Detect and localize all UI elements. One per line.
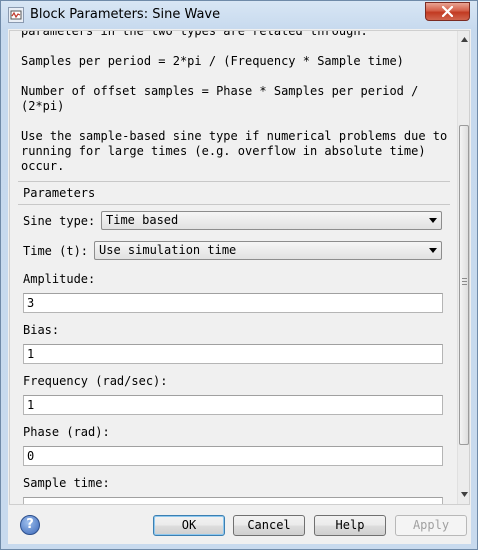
parameters-section-label: Parameters [23, 186, 96, 200]
description-line: Samples per period = 2*pi / (Frequency *… [21, 54, 404, 68]
cancel-button[interactable]: Cancel [233, 515, 305, 536]
description-line: (2*pi) [21, 99, 65, 113]
section-divider [18, 181, 450, 182]
description-line: Number of offset samples = Phase * Sampl… [21, 84, 419, 98]
sample-time-input[interactable] [23, 497, 443, 504]
thumb-grip [462, 284, 467, 285]
description-line: parameters in the two types are related … [21, 30, 368, 38]
section-divider [18, 204, 450, 205]
bias-input[interactable] [23, 344, 443, 364]
phase-input[interactable] [23, 446, 443, 466]
window-title: Block Parameters: Sine Wave [30, 7, 221, 22]
bias-label: Bias: [23, 323, 60, 337]
dialog-window: Block Parameters: Sine Wave parameters i… [0, 0, 478, 550]
dialog-client-area: parameters in the two types are related … [8, 29, 471, 544]
close-button[interactable] [425, 2, 470, 21]
frequency-input[interactable] [23, 395, 443, 415]
scroll-down-arrow-icon [461, 492, 468, 497]
description-line: Use the sample-based sine type if numeri… [21, 129, 448, 143]
phase-label: Phase (rad): [23, 425, 110, 439]
description-line: occur. [21, 159, 65, 173]
time-label: Time (t): [23, 244, 89, 258]
vertical-scrollbar[interactable] [457, 31, 469, 504]
thumb-grip [462, 278, 467, 279]
title-bar[interactable]: Block Parameters: Sine Wave [1, 1, 477, 29]
time-value: Use simulation time [99, 243, 237, 257]
help-button[interactable]: Help [314, 515, 386, 536]
amplitude-label: Amplitude: [23, 272, 96, 286]
scroll-panel[interactable]: parameters in the two types are related … [9, 30, 470, 505]
sine-type-value: Time based [106, 213, 179, 227]
sine-type-label: Sine type: [23, 214, 96, 228]
question-icon[interactable]: ? [20, 515, 40, 535]
scroll-up-arrow-icon [461, 37, 468, 42]
scroll-thumb[interactable] [459, 125, 469, 445]
sample-time-label: Sample time: [23, 476, 110, 490]
close-icon [442, 6, 453, 17]
scroll-down-button[interactable] [458, 488, 469, 502]
scroll-up-button[interactable] [458, 33, 469, 47]
description-line: running for large times (e.g. overflow i… [21, 144, 426, 158]
thumb-grip [462, 281, 467, 282]
frequency-label: Frequency (rad/sec): [23, 374, 168, 388]
sine-type-dropdown[interactable]: Time based [101, 211, 442, 230]
chevron-down-icon [429, 248, 437, 253]
simulink-block-icon [8, 7, 24, 23]
apply-button[interactable]: Apply [395, 515, 467, 536]
ok-button[interactable]: OK [153, 515, 225, 536]
amplitude-input[interactable] [23, 293, 443, 313]
time-dropdown[interactable]: Use simulation time [94, 241, 442, 260]
chevron-down-icon [429, 218, 437, 223]
